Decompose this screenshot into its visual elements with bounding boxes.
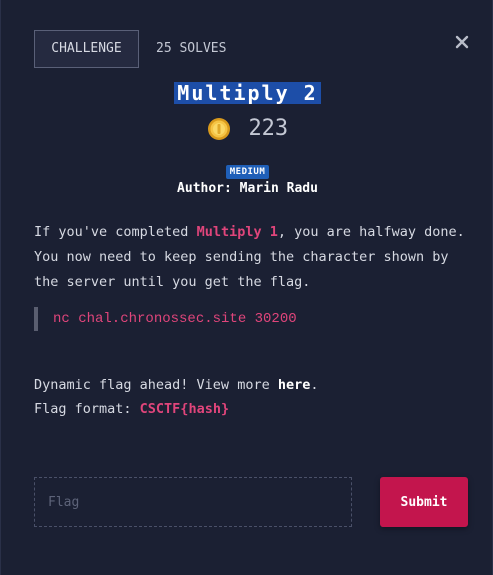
flag-format-label: Flag format: <box>34 401 140 417</box>
dynamic-flag-text: Dynamic flag ahead! View more <box>34 377 278 393</box>
flag-format-value: CSCTF{hash} <box>139 401 230 417</box>
difficulty-badge: MEDIUM <box>225 165 270 179</box>
multiply-1-link[interactable]: Multiply 1 <box>197 224 278 240</box>
submit-button[interactable]: Submit <box>380 477 468 527</box>
challenge-points: 223 <box>248 116 289 141</box>
here-link[interactable]: here <box>278 377 311 393</box>
flag-input[interactable] <box>34 477 352 527</box>
dynamic-flag-suffix: . <box>310 377 319 393</box>
flag-info: Dynamic flag ahead! View more here. Flag… <box>34 373 474 421</box>
challenge-author: Author: Marin Radu <box>177 181 318 196</box>
coin-icon <box>207 117 230 140</box>
dynamic-flag-line: Dynamic flag ahead! View more here. <box>34 373 474 397</box>
points-row: 223 <box>1 116 493 146</box>
title-container: Multiply 2 <box>1 82 493 104</box>
close-icon[interactable] <box>453 33 471 51</box>
challenge-title: Multiply 2 <box>174 82 321 104</box>
description-text-1: If you've completed <box>34 224 197 240</box>
tab-challenge[interactable]: CHALLENGE <box>34 30 139 68</box>
challenge-description: If you've completed Multiply 1, you are … <box>34 220 474 295</box>
connection-command: nc chal.chronossec.site 30200 <box>34 307 297 331</box>
challenge-modal: CHALLENGE 25 SOLVES Multiply 2 223 MEDIU… <box>0 0 493 575</box>
difficulty-container: MEDIUM <box>1 159 493 179</box>
flag-format-line: Flag format: CSCTF{hash} <box>34 397 474 421</box>
tab-solves[interactable]: 25 SOLVES <box>156 30 226 68</box>
